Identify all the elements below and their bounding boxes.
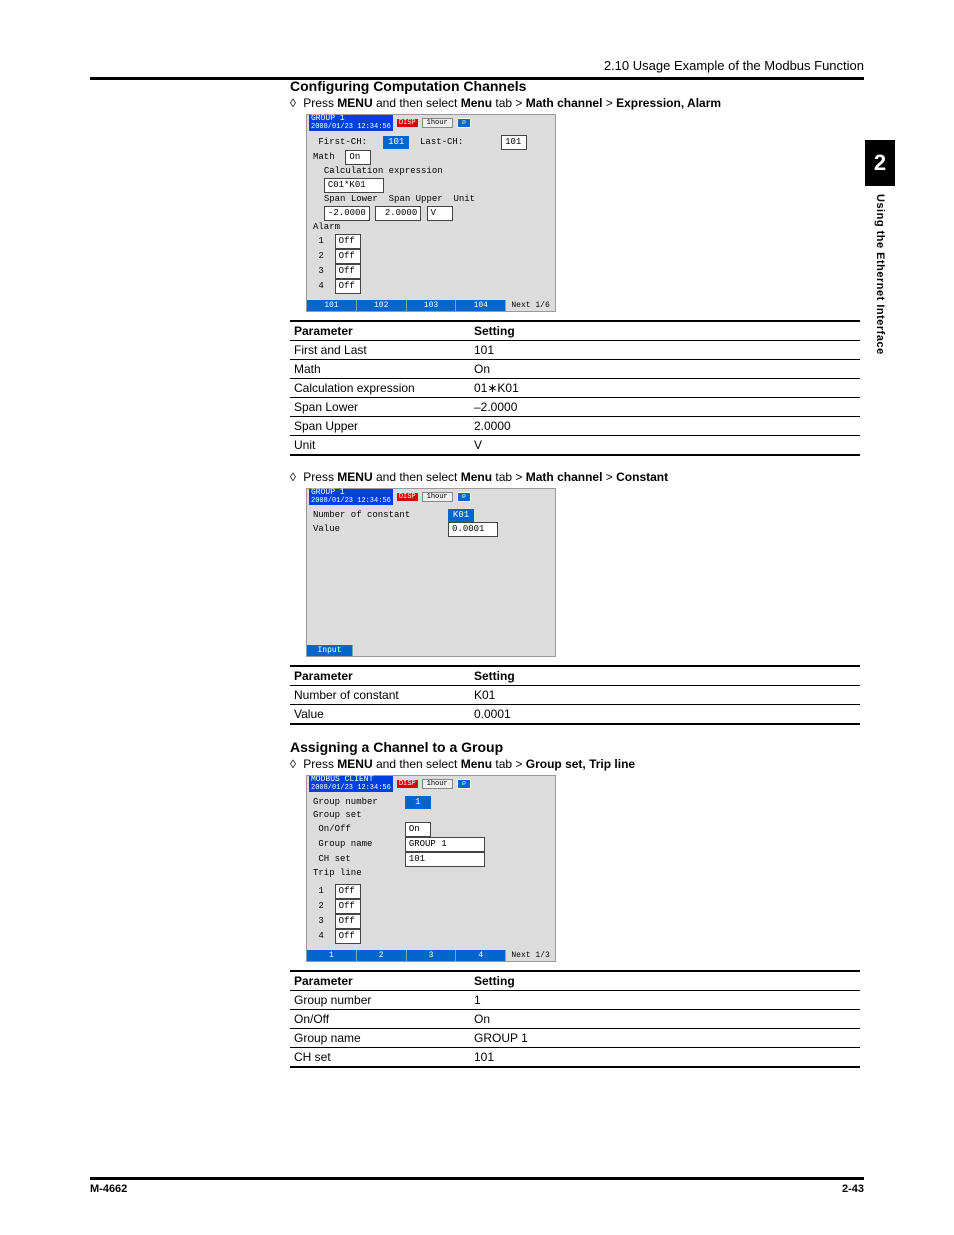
section1-title: Configuring Computation Channels	[290, 78, 860, 94]
diamond-icon: ◊	[290, 757, 296, 771]
disp-icon: DISP	[397, 780, 418, 788]
math-field[interactable]: On	[345, 150, 371, 165]
dev3-footer-3[interactable]: 3	[407, 950, 457, 961]
running-head: 2.10 Usage Example of the Modbus Functio…	[90, 58, 864, 77]
chapter-number: 2	[865, 140, 895, 186]
dev3-footer-next[interactable]: Next 1/3	[506, 950, 555, 961]
key-icon: ⌕	[457, 492, 471, 502]
diamond-icon: ◊	[290, 96, 296, 110]
table-row: Group number1	[290, 991, 860, 1010]
alarm1-field[interactable]: Off	[335, 234, 361, 249]
table-row: First and Last101	[290, 341, 860, 360]
top-rule	[90, 77, 864, 80]
alarm3-field[interactable]: Off	[335, 264, 361, 279]
dev3-footer-1[interactable]: 1	[307, 950, 357, 961]
dev1-footer-next[interactable]: Next 1/6	[506, 300, 555, 311]
params-table-1: ParameterSetting First and Last101 MathO…	[290, 320, 860, 456]
dev3-group: MODBUS CLIENT2008/01/23 12:34:56	[309, 776, 393, 792]
device-screenshot-3: MODBUS CLIENT2008/01/23 12:34:56 DISP 1h…	[306, 775, 556, 962]
page-number: 2-43	[842, 1183, 864, 1195]
dev3-footer-2[interactable]: 2	[357, 950, 407, 961]
chapter-tab: 2 Using the Ethernet Interface	[864, 140, 896, 355]
dev3-footer-4[interactable]: 4	[456, 950, 506, 961]
table-row: UnitV	[290, 436, 860, 456]
dev2-footer-input[interactable]: Input	[307, 645, 353, 656]
key-icon: ⌕	[457, 779, 471, 789]
group-name-field[interactable]: GROUP 1	[405, 837, 485, 852]
chapter-title-vertical: Using the Ethernet Interface	[874, 194, 886, 355]
doc-id: M-4662	[90, 1183, 127, 1195]
calc-expression-field[interactable]: C01*K01	[324, 178, 384, 193]
section1-instruction: ◊ Press MENU and then select Menu tab > …	[290, 96, 860, 110]
diamond-icon: ◊	[290, 470, 296, 484]
dev2-group: GROUP 12008/01/23 12:34:56	[309, 489, 393, 505]
first-ch-field[interactable]: 101	[383, 136, 409, 149]
disp-icon: DISP	[397, 493, 418, 501]
span-lower-field[interactable]: -2.0000	[324, 206, 370, 221]
trip3-field[interactable]: Off	[335, 914, 361, 929]
page-footer: M-4662 2-43	[90, 1177, 864, 1195]
ch-set-field[interactable]: 101	[405, 852, 485, 867]
key-icon: ⌕	[457, 118, 471, 128]
dev1-footer-103[interactable]: 103	[407, 300, 457, 311]
section2-instruction: ◊ Press MENU and then select Menu tab > …	[290, 470, 860, 484]
dev1-footer-104[interactable]: 104	[456, 300, 506, 311]
device-screenshot-1: GROUP 12008/01/23 12:34:56 DISP 1hour ⌕ …	[306, 114, 556, 312]
section3-instruction: ◊ Press MENU and then select Menu tab > …	[290, 757, 860, 771]
table-row: Calculation expression01∗K01	[290, 379, 860, 398]
alarm2-field[interactable]: Off	[335, 249, 361, 264]
table-row: Span Lower–2.0000	[290, 398, 860, 417]
dev1-footer-101[interactable]: 101	[307, 300, 357, 311]
table-row: Span Upper2.0000	[290, 417, 860, 436]
num-constant-field[interactable]: K01	[448, 509, 474, 522]
table-row: MathOn	[290, 360, 860, 379]
params-table-2: ParameterSetting Number of constantK01 V…	[290, 665, 860, 725]
dev1-footer-102[interactable]: 102	[357, 300, 407, 311]
disp-icon: DISP	[397, 119, 418, 127]
alarm4-field[interactable]: Off	[335, 279, 361, 294]
table-row: Value0.0001	[290, 705, 860, 725]
last-ch-field[interactable]: 101	[501, 135, 527, 150]
span-upper-field[interactable]: 2.0000	[375, 206, 421, 221]
timebar-button[interactable]: 1hour	[422, 779, 453, 789]
timebar-button[interactable]: 1hour	[422, 492, 453, 502]
trip4-field[interactable]: Off	[335, 929, 361, 944]
onoff-field[interactable]: On	[405, 822, 431, 837]
constant-value-field[interactable]: 0.0001	[448, 522, 498, 537]
params-table-3: ParameterSetting Group number1 On/OffOn …	[290, 970, 860, 1068]
table-row: On/OffOn	[290, 1010, 860, 1029]
table-row: CH set101	[290, 1048, 860, 1068]
timebar-button[interactable]: 1hour	[422, 118, 453, 128]
trip2-field[interactable]: Off	[335, 899, 361, 914]
table-row: Group nameGROUP 1	[290, 1029, 860, 1048]
group-number-field[interactable]: 1	[405, 796, 431, 809]
unit-field[interactable]: V	[427, 206, 453, 221]
section3-title: Assigning a Channel to a Group	[290, 739, 860, 755]
device-screenshot-2: GROUP 12008/01/23 12:34:56 DISP 1hour ⌕ …	[306, 488, 556, 657]
dev1-group: GROUP 12008/01/23 12:34:56	[309, 115, 393, 131]
table-row: Number of constantK01	[290, 686, 860, 705]
trip1-field[interactable]: Off	[335, 884, 361, 899]
